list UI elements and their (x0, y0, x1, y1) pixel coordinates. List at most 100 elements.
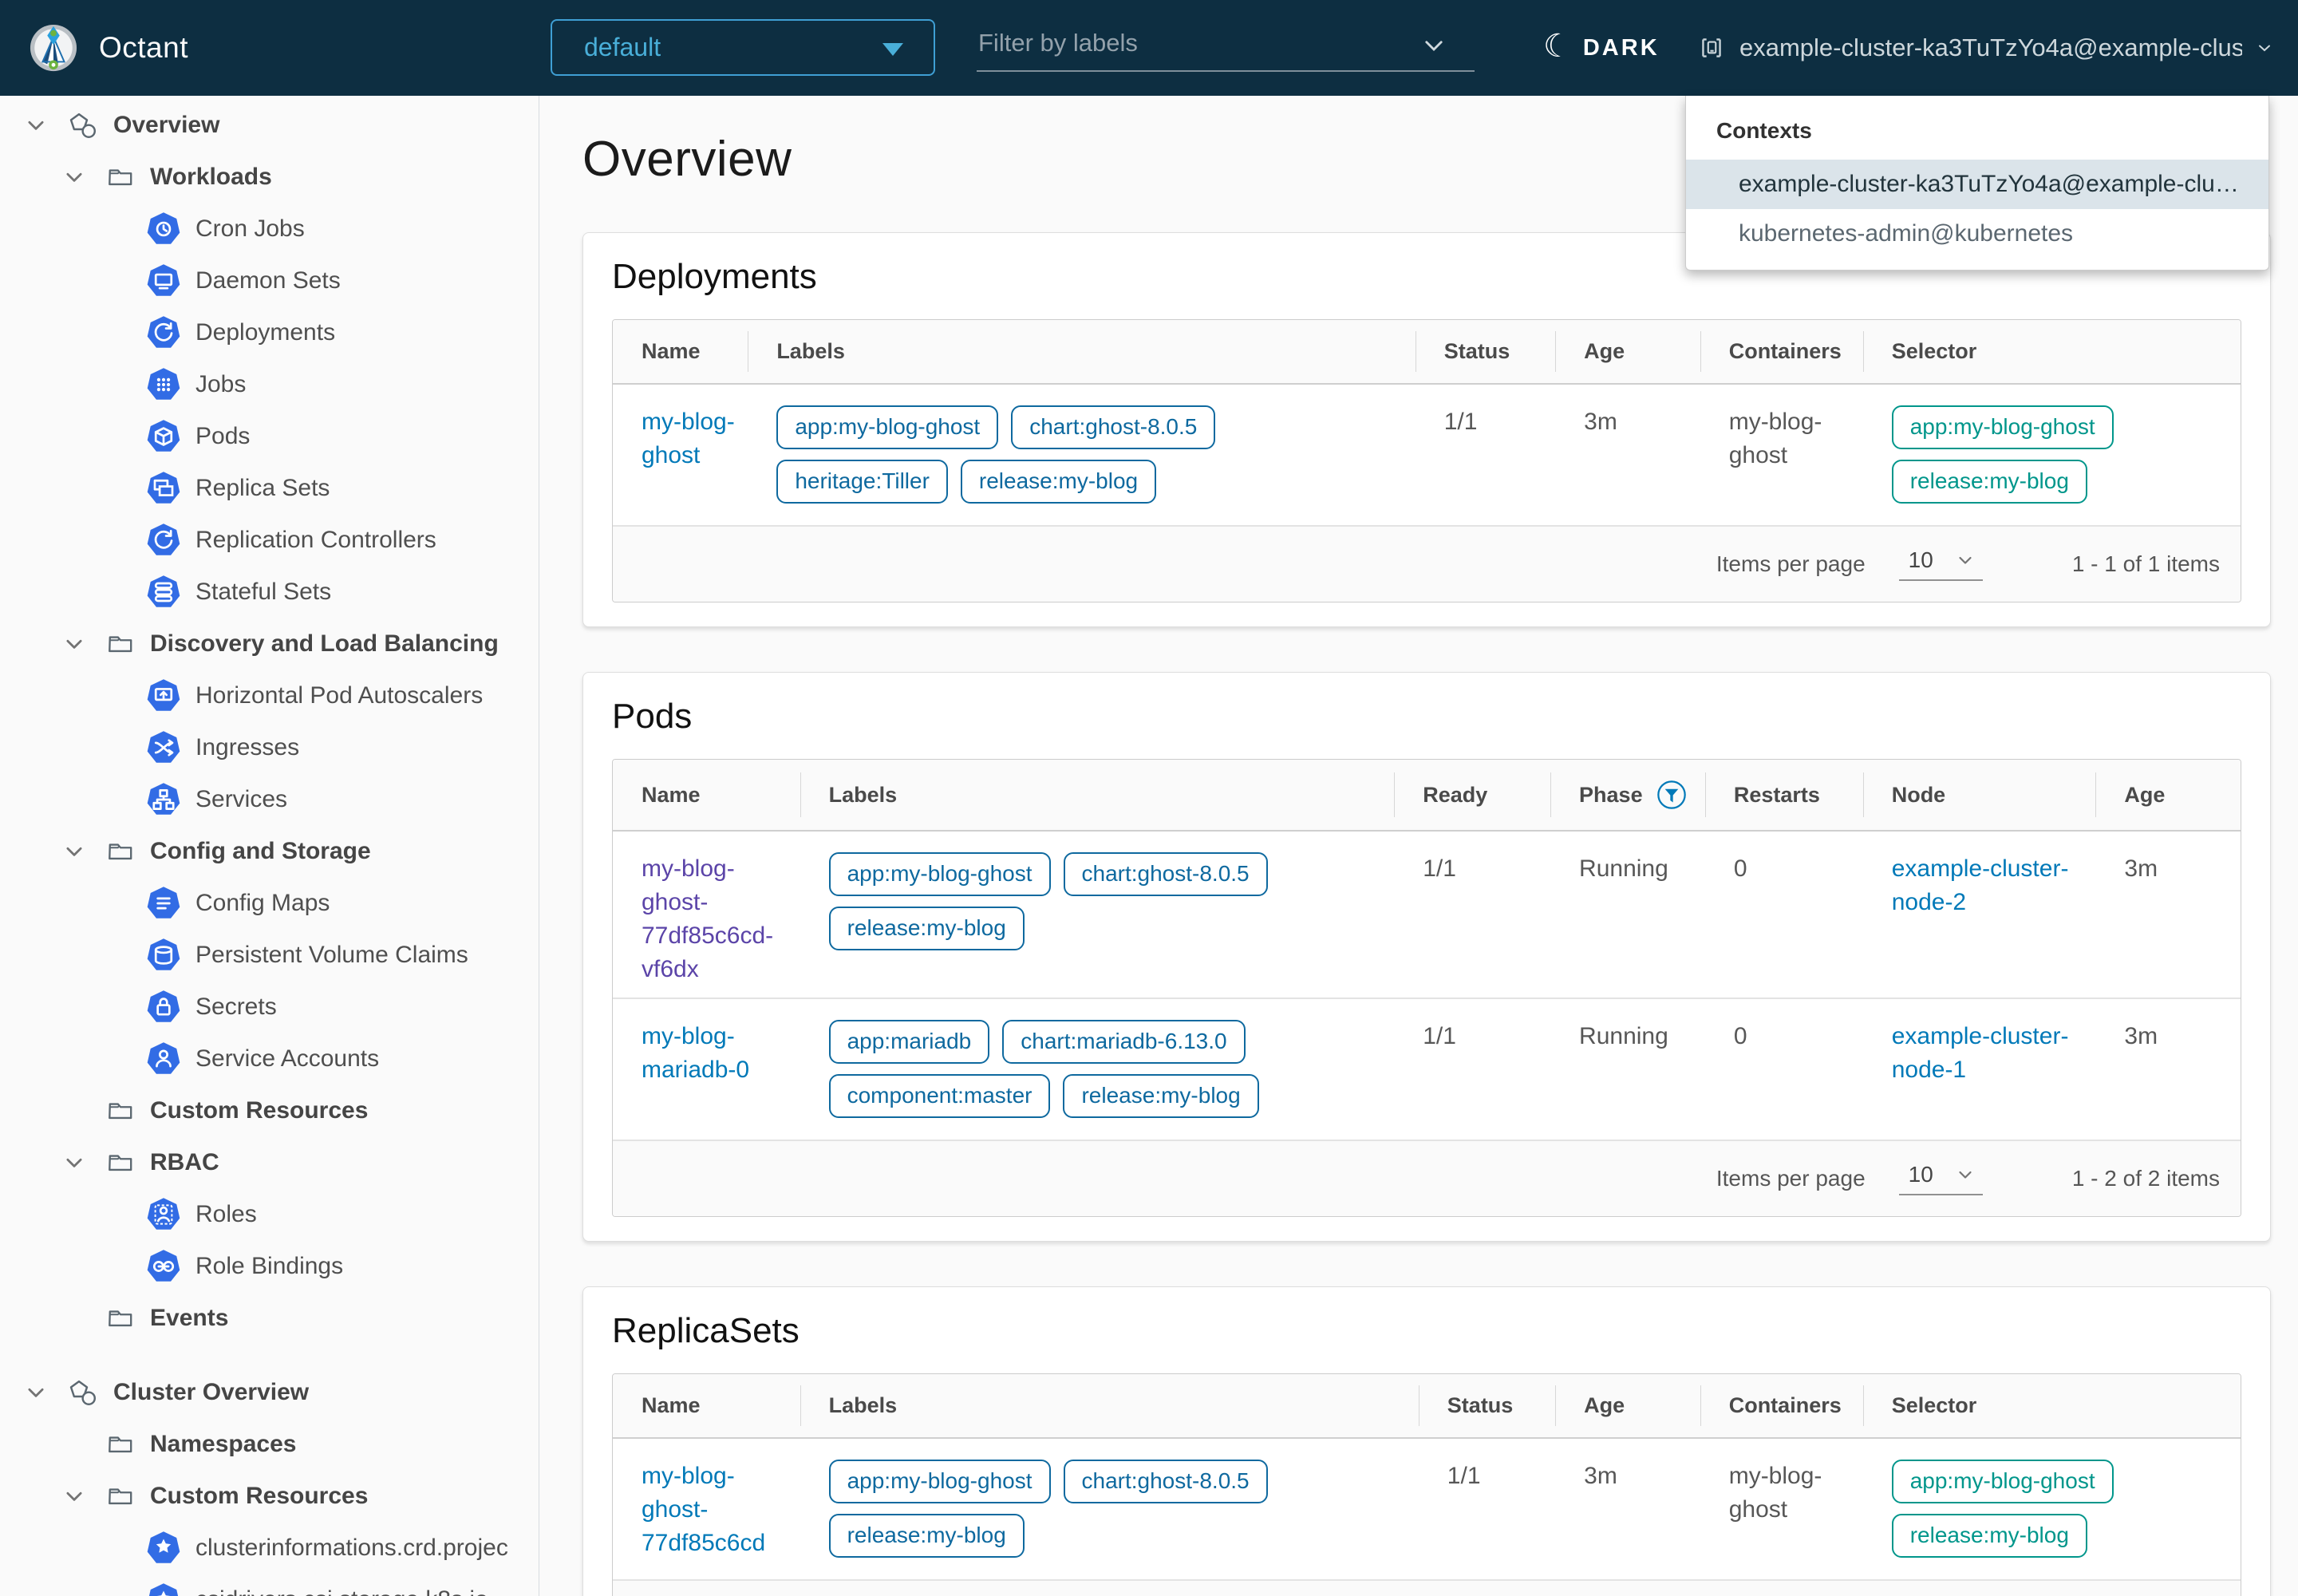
filter-icon[interactable] (1656, 779, 1688, 811)
column-header-name: Name (613, 320, 748, 384)
sidebar-nav: OverviewWorkloadsCron JobsDaemon SetsDep… (0, 96, 539, 1596)
resource-link[interactable]: my-blog-ghost (642, 409, 735, 468)
chevron-down-icon[interactable] (62, 632, 105, 656)
sidebar-item-csidrivers-csi-storage-k8s-io[interactable]: csidrivers.csi.storage.k8s.io (0, 1574, 539, 1596)
sidebar-item-services[interactable]: Services (0, 773, 539, 825)
sidebar-item-custom-resources[interactable]: Custom Resources (0, 1470, 539, 1522)
column-header-node: Node (1863, 760, 2096, 831)
label-filter-input[interactable]: Filter by labels (977, 21, 1475, 72)
sidebar-item-stateful-sets[interactable]: Stateful Sets (0, 566, 539, 618)
items-per-page-select[interactable]: 10 (1899, 1162, 1983, 1195)
items-per-page-label: Items per page (1716, 1166, 1866, 1191)
column-header-label: Ready (1423, 783, 1487, 808)
label-pill[interactable]: chart:mariadb-6.13.0 (1002, 1020, 1245, 1064)
sidebar-item-ingresses[interactable]: Ingresses (0, 721, 539, 773)
column-header-inner: Containers (1729, 1393, 1842, 1418)
sidebar-item-daemon-sets[interactable]: Daemon Sets (0, 255, 539, 306)
column-header-label: Age (1584, 1393, 1625, 1418)
column-header-label: Selector (1892, 339, 1977, 364)
sidebar-item-service-accounts[interactable]: Service Accounts (0, 1033, 539, 1084)
chevron-down-icon[interactable] (62, 165, 105, 189)
resource-link[interactable]: my-blog-ghost-77df85c6cd-vf6dx (642, 855, 773, 982)
chevron-down-icon[interactable] (62, 1484, 105, 1508)
column-header-containers: Containers (1700, 1374, 1863, 1438)
column-header-label: Phase (1579, 783, 1643, 808)
context-menu-item-example-cluster-ka3tutzyo4a-example-clu[interactable]: example-cluster-ka3TuTzYo4a@example-clu… (1686, 160, 2268, 209)
label-pill[interactable]: release:my-blog (829, 1514, 1025, 1558)
sidebar-item-config-maps[interactable]: Config Maps (0, 877, 539, 929)
context-menu-item-kubernetes-admin-kubernetes[interactable]: kubernetes-admin@kubernetes (1686, 209, 2268, 259)
items-per-page-label: Items per page (1716, 551, 1866, 577)
deployments-pagination: Items per page101 - 1 of 1 items (613, 525, 2241, 602)
label-pill[interactable]: app:my-blog-ghost (829, 1460, 1051, 1503)
label-pill[interactable]: app:my-blog-ghost (829, 852, 1051, 896)
sidebar-item-label: csidrivers.csi.storage.k8s.io (195, 1586, 488, 1596)
stateful-sets-resource-icon (146, 575, 181, 610)
sidebar-item-discovery-and-load-balancing[interactable]: Discovery and Load Balancing (0, 618, 539, 670)
resource-link[interactable]: my-blog-ghost-77df85c6cd (642, 1463, 765, 1556)
selector-pill: app:my-blog-ghost (1892, 1460, 2114, 1503)
resource-link[interactable]: example-cluster-node-1 (1892, 1023, 2069, 1083)
label-pill[interactable]: release:my-blog (1063, 1074, 1258, 1118)
sidebar-item-rbac[interactable]: RBAC (0, 1136, 539, 1188)
label-pill[interactable]: app:my-blog-ghost (776, 405, 998, 449)
namespace-select[interactable]: default (551, 19, 935, 76)
chevron-down-icon[interactable] (24, 1381, 67, 1404)
sidebar-item-custom-resources[interactable]: Custom Resources (0, 1084, 539, 1136)
resource-link[interactable]: example-cluster-node-2 (1892, 855, 2069, 915)
sidebar-item-config-and-storage[interactable]: Config and Storage (0, 825, 539, 877)
context-switcher[interactable]: example-cluster-ka3TuTzYo4a@example-clus… (1696, 0, 2274, 96)
sidebar-item-cron-jobs[interactable]: Cron Jobs (0, 203, 539, 255)
pods-datagrid: NameLabelsReadyPhaseRestartsNodeAgemy-bl… (612, 759, 2241, 1217)
secrets-resource-icon (146, 990, 181, 1025)
sidebar-item-cluster-overview[interactable]: Cluster Overview (0, 1366, 539, 1418)
folder-icon (105, 1096, 136, 1126)
sidebar-item-namespaces[interactable]: Namespaces (0, 1418, 539, 1470)
cell-restarts: 0 (1705, 998, 1863, 1140)
sidebar-item-pods[interactable]: Pods (0, 410, 539, 462)
label-pill[interactable]: chart:ghost-8.0.5 (1064, 852, 1268, 896)
label-pill[interactable]: app:mariadb (829, 1020, 990, 1064)
cell-value: 0 (1734, 1023, 1747, 1049)
theme-toggle-label: DARK (1583, 35, 1660, 61)
sidebar-item-persistent-volume-claims[interactable]: Persistent Volume Claims (0, 929, 539, 981)
sidebar-item-clusterinformations-crd-projec[interactable]: clusterinformations.crd.projec (0, 1522, 539, 1574)
resource-link[interactable]: my-blog-mariadb-0 (642, 1023, 749, 1083)
folder-icon (105, 1303, 136, 1333)
sidebar-item-overview[interactable]: Overview (0, 99, 539, 151)
label-pill[interactable]: release:my-blog (961, 460, 1156, 504)
sidebar-item-label: Replica Sets (195, 475, 330, 502)
body: OverviewWorkloadsCron JobsDaemon SetsDep… (0, 96, 2298, 1596)
pods-heading: Pods (612, 673, 2241, 759)
contexts-dropdown-menu: Contexts example-cluster-ka3TuTzYo4a@exa… (1685, 96, 2269, 271)
theme-toggle-button[interactable]: ☾ DARK (1543, 0, 1660, 96)
sidebar-item-jobs[interactable]: Jobs (0, 358, 539, 410)
cell-age: 3m (2095, 831, 2241, 998)
chevron-down-icon[interactable] (62, 839, 105, 863)
chevron-down-icon[interactable] (62, 1151, 105, 1175)
sidebar-item-workloads[interactable]: Workloads (0, 151, 539, 203)
cell-ready: 1/1 (1394, 831, 1550, 998)
sidebar-item-secrets[interactable]: Secrets (0, 981, 539, 1033)
column-header-label: Status (1447, 1393, 1514, 1418)
cell-node: example-cluster-node-1 (1863, 998, 2096, 1140)
label-pill[interactable]: heritage:Tiller (776, 460, 948, 504)
sidebar-item-roles[interactable]: Roles (0, 1188, 539, 1240)
sidebar-item-replica-sets[interactable]: Replica Sets (0, 462, 539, 514)
label-pill[interactable]: component:master (829, 1074, 1051, 1118)
sidebar-item-events[interactable]: Events (0, 1292, 539, 1344)
sidebar-item-horizontal-pod-autoscalers[interactable]: Horizontal Pod Autoscalers (0, 670, 539, 721)
label-pill[interactable]: chart:ghost-8.0.5 (1011, 405, 1215, 449)
label-pill[interactable]: chart:ghost-8.0.5 (1064, 1460, 1268, 1503)
sidebar-item-label: Config Maps (195, 890, 330, 917)
table-row: my-blog-ghost-77df85c6cd app:my-blog-ghos… (613, 1438, 2241, 1579)
sidebar-item-deployments[interactable]: Deployments (0, 306, 539, 358)
sidebar-item-label: Service Accounts (195, 1045, 379, 1073)
column-header-inner: Status (1444, 339, 1510, 364)
sidebar-item-replication-controllers[interactable]: Replication Controllers (0, 514, 539, 566)
sidebar-item-role-bindings[interactable]: Role Bindings (0, 1240, 539, 1292)
chevron-down-icon[interactable] (1420, 32, 1447, 59)
items-per-page-select[interactable]: 10 (1899, 547, 1983, 581)
chevron-down-icon[interactable] (24, 113, 67, 137)
label-pill[interactable]: release:my-blog (829, 907, 1025, 950)
